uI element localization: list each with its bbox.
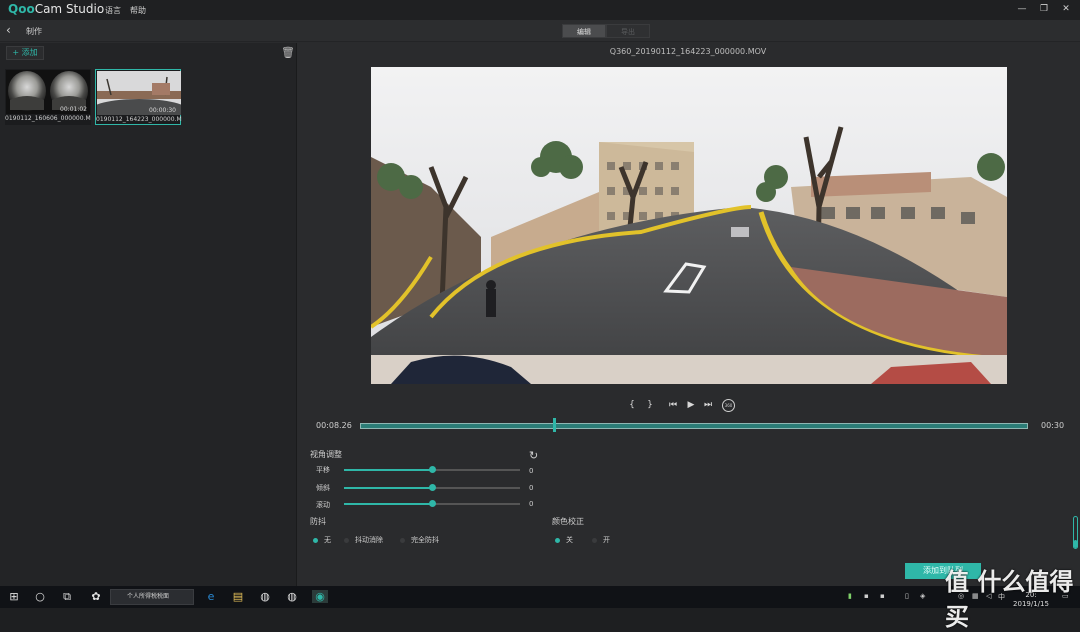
tab-edit[interactable]: 编辑 [562, 24, 606, 38]
watermark: 值 什么值得买 [945, 568, 1074, 631]
video-preview[interactable] [371, 67, 1007, 384]
total-time: 00:30 [1041, 421, 1065, 430]
tab-export[interactable]: 导出 [606, 24, 650, 38]
app-circle-icon[interactable]: ◍ [257, 590, 273, 603]
qoocam-studio-window: QooCam Studio 语言 帮助 — ❐ ✕ ‹ 制作 编辑 导出 + 添… [0, 0, 1080, 586]
previous-icon[interactable]: ⏮ [667, 400, 679, 410]
tray-battery-icon[interactable]: ▮ [848, 592, 852, 600]
current-time: 00:08.26 [316, 421, 352, 430]
menu-help[interactable]: 帮助 [130, 5, 146, 16]
media-filename: 0190112_164223_000000.MOV [96, 116, 182, 123]
edge-browser-icon[interactable]: e [203, 590, 219, 603]
view-adjust-title: 视角调整 [310, 450, 342, 459]
cortana-icon[interactable]: ○ [32, 590, 48, 603]
media-item[interactable]: 00:01:02 0190112_160606_000000.MOV [5, 69, 91, 125]
taskbar-search-box[interactable]: 个人所得税税面 [110, 589, 194, 605]
app-pinwheel-icon[interactable]: ✿ [88, 590, 104, 603]
360-view-icon[interactable]: 360 [722, 399, 735, 412]
media-duration: 00:01:02 [60, 106, 87, 113]
media-filename: 0190112_160606_000000.MOV [5, 115, 91, 122]
roll-slider[interactable] [344, 500, 520, 507]
roll-value: 0 [529, 500, 534, 508]
pan-slider[interactable] [344, 466, 520, 473]
trash-icon[interactable]: 🗑 [281, 46, 295, 59]
tilt-value: 0 [529, 484, 534, 492]
color-correction-on[interactable]: 开 [592, 535, 610, 545]
tray-icon[interactable]: ▪ [864, 592, 869, 600]
tray-icon[interactable]: ◈ [920, 592, 925, 600]
slider-label-pan: 平移 [316, 466, 330, 474]
breadcrumb: 制作 [26, 27, 42, 36]
stabilization-option-shake-removal[interactable]: 抖动消除 [344, 535, 383, 545]
stabilization-option-none[interactable]: 无 [313, 535, 331, 545]
windows-taskbar: ⊞ ○ ⧉ ✿ 个人所得税税面 e ▤ ◍ ◍ ◉ ▮ ▪ ▪ ▯ ◈ ◎ ▦ … [0, 586, 1080, 608]
scrollbar[interactable] [1073, 516, 1078, 549]
timeline-track[interactable] [360, 423, 1028, 429]
slider-label-tilt: 倾斜 [316, 484, 330, 492]
add-media-button[interactable]: + 添加 [6, 46, 44, 60]
tray-icon[interactable]: ▪ [880, 592, 885, 600]
mark-in-icon[interactable]: { [626, 400, 638, 410]
app-logo: QooCam Studio [8, 2, 105, 16]
pan-value: 0 [529, 467, 534, 475]
stabilization-option-full[interactable]: 完全防抖 [400, 535, 439, 545]
timeline-playhead[interactable] [552, 418, 556, 432]
windows-start-icon[interactable]: ⊞ [6, 590, 22, 603]
radio-dot [555, 537, 560, 543]
file-explorer-icon[interactable]: ▤ [230, 590, 246, 603]
tilt-slider[interactable] [344, 484, 520, 491]
radio-dot [400, 537, 405, 543]
slider-knob[interactable] [429, 500, 436, 507]
media-duration: 00:00:30 [149, 107, 176, 114]
title-bar: QooCam Studio 语言 帮助 — ❐ ✕ [0, 0, 1080, 20]
radio-dot [344, 537, 349, 543]
radio-dot [592, 537, 597, 543]
radio-dot [313, 537, 318, 543]
back-arrow-icon[interactable]: ‹ [6, 23, 11, 37]
minimize-button[interactable]: — [1015, 4, 1029, 14]
maximize-button[interactable]: ❐ [1037, 4, 1051, 14]
slider-knob[interactable] [429, 466, 436, 473]
media-item-selected[interactable]: 00:00:30 0190112_164223_000000.MOV [95, 69, 182, 125]
app-circle-icon-2[interactable]: ◍ [284, 590, 300, 603]
media-library-panel: + 添加 🗑 00:01:02 0190112_160606_000000.MO… [0, 43, 297, 586]
next-icon[interactable]: ⏭ [702, 400, 714, 410]
color-correction-off[interactable]: 关 [555, 535, 573, 545]
close-button[interactable]: ✕ [1059, 4, 1073, 14]
stabilization-title: 防抖 [310, 517, 326, 526]
color-correction-title: 颜色校正 [552, 517, 584, 526]
slider-label-roll: 滚动 [316, 501, 330, 509]
slider-knob[interactable] [429, 484, 436, 491]
top-toolbar: ‹ 制作 编辑 导出 [0, 20, 1080, 42]
play-icon[interactable]: ▶ [685, 400, 697, 410]
tray-icon[interactable]: ▯ [905, 592, 909, 600]
mark-out-icon[interactable]: } [644, 400, 656, 410]
reset-icon[interactable]: ↻ [529, 449, 538, 462]
task-view-icon[interactable]: ⧉ [59, 590, 75, 604]
qoocam-taskbar-icon[interactable]: ◉ [312, 590, 328, 603]
menu-language[interactable]: 语言 [105, 5, 121, 16]
video-filename: Q360_20190112_164223_000000.MOV [609, 47, 767, 56]
